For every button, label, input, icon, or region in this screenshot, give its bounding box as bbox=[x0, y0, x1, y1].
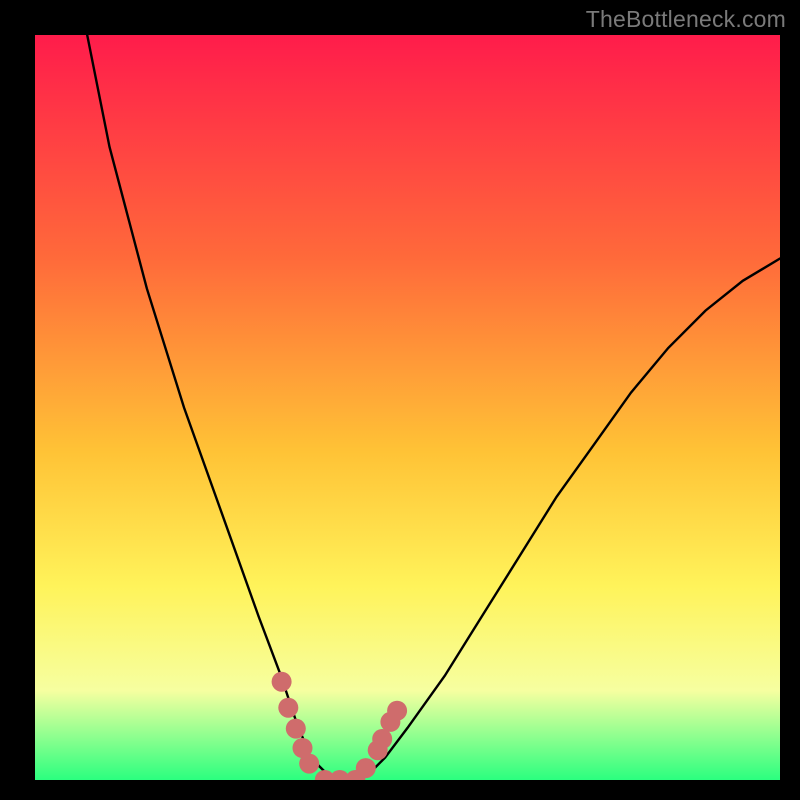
plot-area bbox=[35, 35, 780, 780]
data-marker bbox=[356, 758, 376, 778]
bottleneck-chart bbox=[35, 35, 780, 780]
data-marker bbox=[278, 698, 298, 718]
data-marker bbox=[272, 672, 292, 692]
data-marker bbox=[299, 754, 319, 774]
data-marker bbox=[372, 729, 392, 749]
gradient-background bbox=[35, 35, 780, 780]
watermark-text: TheBottleneck.com bbox=[586, 6, 786, 33]
chart-frame: TheBottleneck.com bbox=[0, 0, 800, 800]
data-marker bbox=[387, 701, 407, 721]
data-marker bbox=[286, 719, 306, 739]
